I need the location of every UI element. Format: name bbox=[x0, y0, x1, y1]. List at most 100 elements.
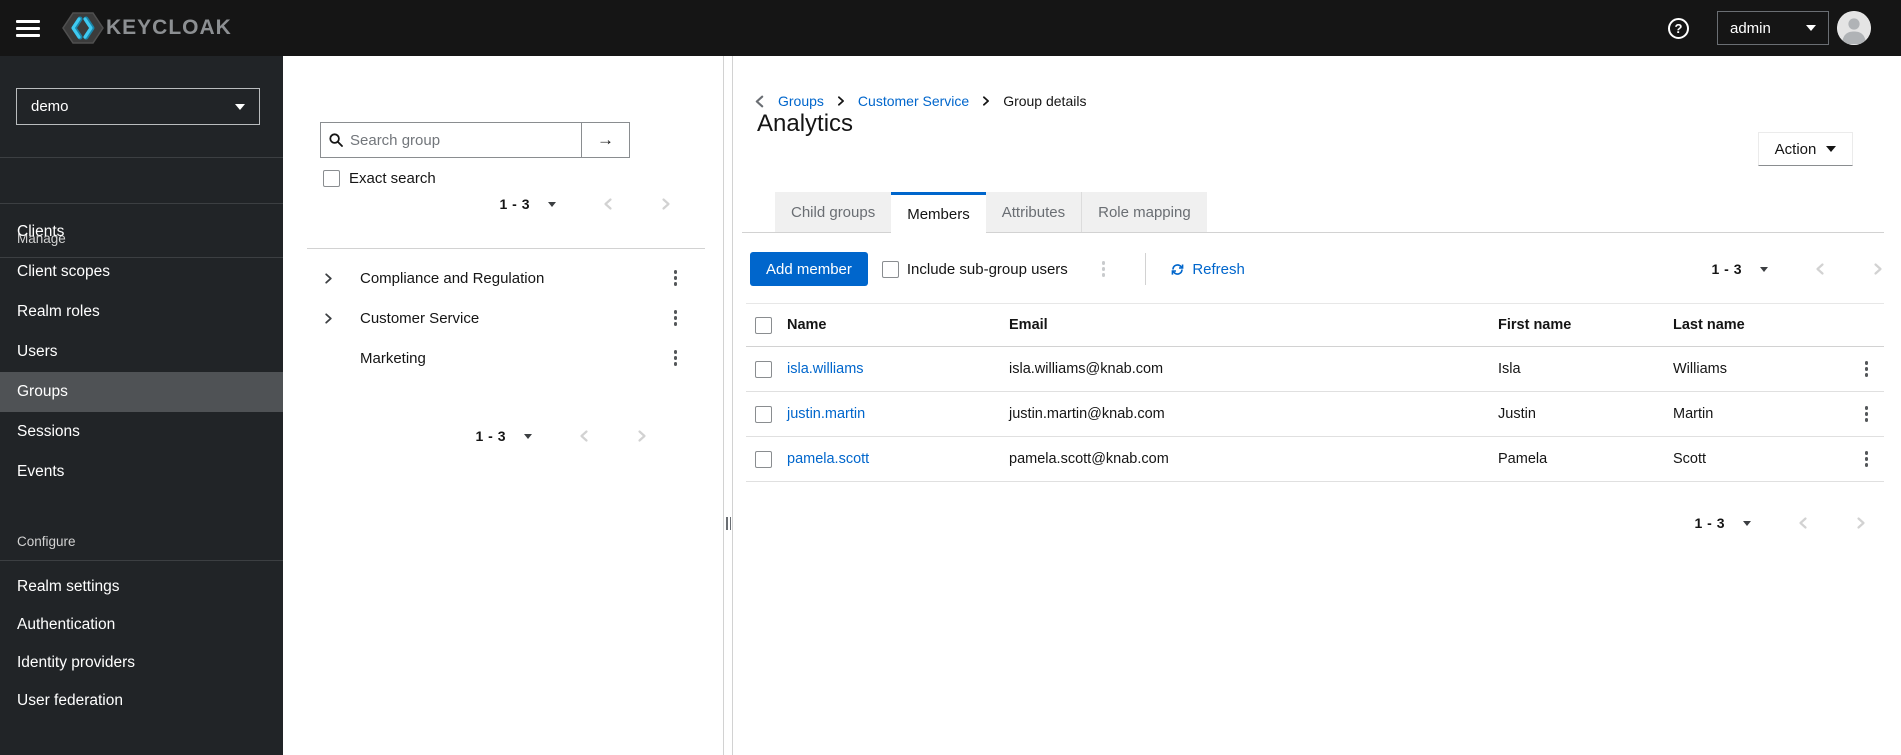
masthead-right: ? admin bbox=[1668, 11, 1901, 45]
action-dropdown-label: Action bbox=[1774, 140, 1817, 158]
members-pagination-top: 1 - 3 bbox=[1711, 261, 1884, 277]
keycloak-logo: KEYCLOAK bbox=[62, 10, 232, 46]
row-kebab-menu-icon[interactable] bbox=[1861, 447, 1873, 471]
sidebar-nav: demo Manage Clients Client scopes Realm … bbox=[0, 56, 283, 755]
group-link[interactable]: Marketing bbox=[360, 350, 426, 367]
previous-page-button[interactable] bbox=[578, 429, 590, 443]
pagination-options-toggle[interactable] bbox=[524, 433, 532, 439]
chevron-down-icon bbox=[1826, 146, 1837, 152]
sidebar-item-identity-providers[interactable]: Identity providers bbox=[0, 644, 283, 682]
breadcrumb-current: Group details bbox=[1003, 93, 1087, 109]
sidebar-item-realm-roles[interactable]: Realm roles bbox=[0, 292, 283, 332]
hamburger-menu-icon[interactable] bbox=[16, 19, 40, 37]
masthead: KEYCLOAK ? admin bbox=[0, 0, 1901, 56]
member-username-link[interactable]: justin.martin bbox=[787, 406, 865, 422]
member-first-name: Pamela bbox=[1498, 451, 1548, 467]
kebab-menu-icon[interactable] bbox=[670, 346, 682, 370]
divider bbox=[0, 157, 283, 158]
pagination-range: 1 - 3 bbox=[499, 196, 530, 212]
refresh-label: Refresh bbox=[1192, 260, 1245, 278]
breadcrumb-link-customer-service[interactable]: Customer Service bbox=[858, 93, 969, 109]
tab-role-mapping[interactable]: Role mapping bbox=[1081, 192, 1207, 232]
next-page-button[interactable] bbox=[636, 429, 648, 443]
sidebar-item-realm-settings[interactable]: Realm settings bbox=[0, 568, 283, 606]
user-menu-label: admin bbox=[1730, 19, 1771, 37]
group-tree-panel: → Exact search 1 - 3 Compliance and Regu… bbox=[283, 56, 723, 755]
sidebar-item-authentication[interactable]: Authentication bbox=[0, 606, 283, 644]
divider bbox=[1145, 253, 1147, 285]
divider bbox=[307, 248, 705, 249]
pagination-options-toggle[interactable] bbox=[1743, 520, 1751, 526]
expand-chevron-icon[interactable] bbox=[323, 312, 334, 325]
divider bbox=[0, 560, 283, 561]
tab-attributes[interactable]: Attributes bbox=[985, 192, 1082, 232]
group-link[interactable]: Customer Service bbox=[360, 310, 479, 327]
previous-page-button[interactable] bbox=[1797, 516, 1809, 530]
next-page-button[interactable] bbox=[660, 197, 672, 211]
row-kebab-menu-icon[interactable] bbox=[1861, 402, 1873, 426]
column-header-last-name: Last name bbox=[1673, 317, 1745, 333]
user-menu[interactable]: admin bbox=[1717, 11, 1829, 45]
kebab-menu-icon[interactable] bbox=[670, 266, 682, 290]
exact-search-checkbox[interactable] bbox=[323, 170, 340, 187]
member-first-name: Isla bbox=[1498, 361, 1521, 377]
sidebar-item-users[interactable]: Users bbox=[0, 332, 283, 372]
pagination-options-toggle[interactable] bbox=[548, 201, 556, 207]
sidebar-item-events[interactable]: Events bbox=[0, 452, 283, 492]
action-dropdown-button[interactable]: Action bbox=[1758, 132, 1853, 166]
sidebar-item-user-federation[interactable]: User federation bbox=[0, 682, 283, 720]
sidebar-item-clients[interactable]: Clients bbox=[0, 212, 283, 252]
previous-page-button[interactable] bbox=[602, 197, 614, 211]
group-link[interactable]: Compliance and Regulation bbox=[360, 270, 544, 287]
search-submit-button[interactable]: → bbox=[582, 122, 630, 158]
include-subgroup-users-checkbox[interactable] bbox=[881, 260, 899, 278]
group-search-box bbox=[320, 122, 582, 158]
next-page-button[interactable] bbox=[1872, 262, 1884, 276]
members-table: Name Email First name Last name isla.wil… bbox=[746, 303, 1884, 482]
breadcrumb-back-icon[interactable] bbox=[753, 94, 766, 109]
row-checkbox[interactable] bbox=[755, 360, 772, 378]
previous-page-button[interactable] bbox=[1814, 262, 1826, 276]
column-header-first-name: First name bbox=[1498, 317, 1572, 333]
kebab-menu-icon[interactable] bbox=[670, 306, 682, 330]
nav-section-configure: Configure bbox=[17, 534, 76, 549]
pagination-options-toggle[interactable] bbox=[1760, 266, 1768, 272]
member-last-name: Scott bbox=[1673, 451, 1707, 467]
tab-members[interactable]: Members bbox=[891, 192, 986, 233]
search-icon bbox=[329, 133, 343, 147]
member-username-link[interactable]: isla.williams bbox=[787, 361, 864, 377]
expand-chevron-icon[interactable] bbox=[323, 272, 334, 285]
panel-resize-handle[interactable] bbox=[723, 56, 733, 755]
avatar[interactable] bbox=[1837, 11, 1871, 45]
pagination-range: 1 - 3 bbox=[1694, 515, 1725, 531]
member-username-link[interactable]: pamela.scott bbox=[787, 451, 869, 467]
help-icon[interactable]: ? bbox=[1668, 17, 1689, 39]
refresh-button[interactable]: Refresh bbox=[1170, 261, 1245, 278]
chevron-down-icon bbox=[1806, 25, 1816, 31]
realm-selector[interactable]: demo bbox=[16, 88, 260, 125]
keycloak-logo-text: KEYCLOAK bbox=[106, 16, 232, 39]
pagination-range: 1 - 3 bbox=[1711, 261, 1742, 277]
tabs: Child groups Members Attributes Role map… bbox=[742, 192, 1884, 233]
row-checkbox[interactable] bbox=[755, 450, 772, 468]
sidebar-item-groups[interactable]: Groups bbox=[0, 372, 283, 412]
next-page-button[interactable] bbox=[1855, 516, 1867, 530]
exact-search-option: Exact search bbox=[323, 170, 436, 187]
chevron-right-icon bbox=[836, 95, 846, 107]
sidebar-item-client-scopes[interactable]: Client scopes bbox=[0, 252, 283, 292]
add-member-button[interactable]: Add member bbox=[750, 252, 868, 286]
kebab-menu-icon[interactable] bbox=[1098, 257, 1110, 281]
members-pagination-bottom: 1 - 3 bbox=[1694, 515, 1867, 531]
select-all-checkbox[interactable] bbox=[755, 316, 772, 334]
search-group-input[interactable] bbox=[350, 131, 573, 149]
member-email: isla.williams@knab.com bbox=[1009, 361, 1164, 377]
row-kebab-menu-icon[interactable] bbox=[1861, 357, 1873, 381]
row-checkbox[interactable] bbox=[755, 405, 772, 423]
member-first-name: Justin bbox=[1498, 406, 1536, 422]
breadcrumb-link-groups[interactable]: Groups bbox=[778, 93, 824, 109]
sidebar-item-sessions[interactable]: Sessions bbox=[0, 412, 283, 452]
resize-grip-icon bbox=[726, 517, 731, 530]
table-row: justin.martin justin.martin@knab.com Jus… bbox=[746, 392, 1884, 437]
column-header-name: Name bbox=[787, 317, 827, 333]
tab-child-groups[interactable]: Child groups bbox=[775, 192, 892, 232]
